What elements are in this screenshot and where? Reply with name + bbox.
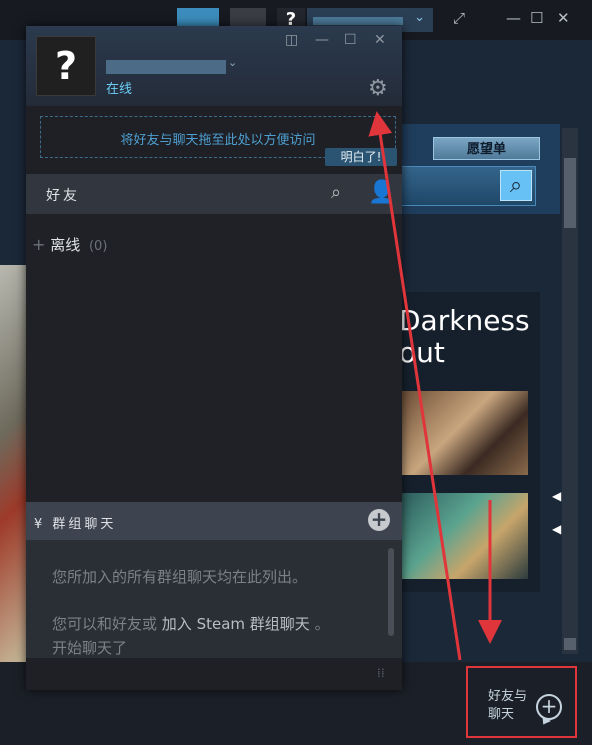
minimize-button[interactable]: — (506, 9, 521, 27)
group-chats-body: 您所加入的所有群组聊天均在此列出。 您可以和好友或 加入 Steam 群组聊天 … (26, 540, 402, 658)
carousel-next-icon[interactable]: ◀ (552, 489, 561, 503)
account-name-redacted (313, 17, 403, 25)
add-chat-icon: + (536, 694, 562, 720)
offline-group-header[interactable]: + 离线 (0) (32, 234, 107, 255)
friends-and-chat-button[interactable]: 好友与聊天 + (466, 666, 577, 738)
resize-grip-icon[interactable]: ⁞⁞ (377, 666, 385, 680)
maximize-button[interactable]: ☐ (530, 9, 543, 27)
group-chats-header[interactable]: ¥ 群组聊天 + (26, 502, 402, 540)
got-it-button[interactable]: 明白了! (325, 148, 397, 166)
dock-icon[interactable]: ◫ (285, 32, 298, 48)
offline-count: (0) (88, 239, 108, 254)
promo-screenshot[interactable] (399, 493, 528, 579)
user-avatar[interactable]: ? (36, 36, 96, 96)
group-chats-description: 您所加入的所有群组聊天均在此列出。 (52, 568, 308, 586)
add-friend-icon[interactable]: 👤 (368, 180, 395, 205)
group-chats-scrollbar[interactable] (388, 548, 394, 636)
search-icon[interactable]: ⌕ (500, 170, 532, 201)
store-scrollbar[interactable] (562, 128, 578, 654)
minimize-button[interactable]: — (315, 32, 329, 48)
chevron-down-icon[interactable]: ⌄ (228, 56, 237, 69)
promo-screenshot[interactable] (399, 391, 528, 475)
chevron-down-icon: ⌄ (414, 10, 425, 25)
scroll-down-arrow[interactable] (564, 638, 576, 650)
user-status[interactable]: 在线 (106, 78, 132, 97)
friends-window-footer: ⁞⁞ (26, 658, 402, 690)
friends-list: + 离线 (0) (26, 214, 402, 502)
promo-title: Darkness out (399, 304, 530, 369)
join-group-chat-link[interactable]: 加入 Steam 群组聊天 (162, 615, 310, 633)
friends-and-chat-label: 好友与聊天 (488, 689, 528, 722)
offline-group-label: 离线 (50, 236, 81, 254)
drop-zone-hint: 将好友与聊天拖至此处以方便访问 (120, 133, 316, 148)
scrollbar-thumb[interactable] (564, 158, 576, 228)
user-name-redacted[interactable] (106, 60, 226, 74)
promo-artwork-left (0, 265, 26, 670)
friends-search-bar[interactable]: 好友 ⌕ 👤 (26, 174, 402, 214)
friends-window-header: ? ⌄ 在线 ◫ — ☐ ✕ ⚙ (26, 26, 402, 106)
gear-icon[interactable]: ⚙ (368, 76, 388, 101)
group-chats-hint: 您可以和好友或 加入 Steam 群组聊天 。开始聊天了 (52, 612, 342, 660)
close-button[interactable]: ✕ (557, 9, 570, 27)
search-icon[interactable]: ⌕ (331, 182, 341, 203)
collapse-icon: ¥ (34, 517, 46, 532)
hint-prefix: 您可以和好友或 (52, 615, 158, 633)
expand-icon: + (32, 235, 46, 254)
friends-section-label: 好友 (46, 188, 80, 204)
group-chats-title: ¥ 群组聊天 (34, 513, 116, 532)
friends-window: ? ⌄ 在线 ◫ — ☐ ✕ ⚙ 将好友与聊天拖至此处以方便访问 明白了! 好友… (26, 26, 402, 690)
group-chats-label: 群组聊天 (52, 517, 117, 532)
close-button[interactable]: ✕ (374, 32, 386, 48)
big-picture-icon[interactable]: ⤢ (453, 9, 465, 27)
add-group-chat-icon[interactable]: + (368, 509, 390, 531)
wishlist-button[interactable]: 愿望单 (433, 137, 540, 160)
maximize-button[interactable]: ☐ (344, 32, 357, 48)
carousel-next-icon[interactable]: ◀ (552, 522, 561, 536)
